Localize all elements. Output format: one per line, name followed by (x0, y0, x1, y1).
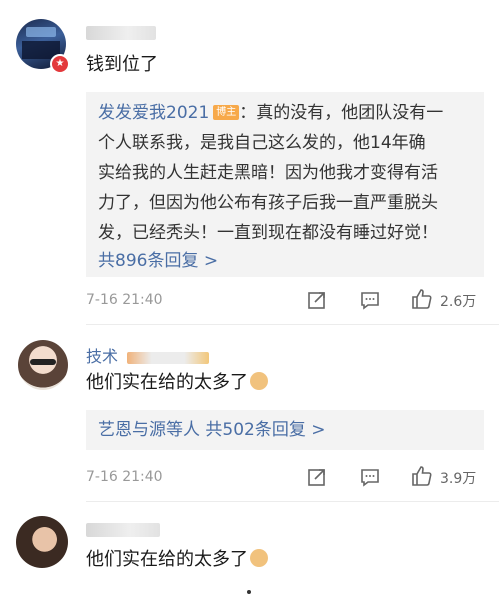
author-name-redacted (127, 351, 210, 364)
reply-line: 实给我的人生赶走黑暗！因为他我才变得有活 (98, 163, 438, 183)
reply-line: 个人联系我，是我自己这么发的，他14年确 (98, 133, 426, 153)
reply-box[interactable]: 艺恩与源等人 共502条回复 > (86, 410, 484, 450)
doge-emoji-icon (250, 549, 268, 567)
more-replies-link[interactable]: 共896条回复 > (98, 246, 218, 276)
comment-text: 他们实在给的太多了 (86, 545, 268, 575)
reply-summary[interactable]: 艺恩与源等人 共502条回复 > (98, 415, 326, 445)
reply-line: 力了，但因为他公布有孩子后我一直严重脱头 (98, 193, 438, 213)
author-badge: 博主 (213, 105, 240, 120)
comment-text: 钱到位了 (86, 54, 158, 75)
doge-emoji-icon (250, 372, 268, 390)
share-button[interactable] (306, 289, 328, 311)
author-name[interactable]: 技术 (86, 347, 118, 366)
divider (86, 501, 499, 502)
username-redacted[interactable] (86, 523, 160, 537)
like-button[interactable]: 2.6万 (410, 287, 484, 313)
comment-icon (361, 469, 379, 487)
scroll-indicator-dot (247, 590, 251, 594)
divider (86, 324, 499, 325)
reply-text: ：真的没有，他团队没有一 (239, 103, 444, 123)
reply-line: 发发爱我2021 博主 ：真的没有，他团队没有一 (98, 98, 443, 128)
share-icon (308, 469, 325, 486)
username-redacted[interactable] (86, 26, 156, 40)
thumbs-up-icon (412, 466, 432, 486)
more-replies-link[interactable]: 共502条回复 > (205, 420, 325, 440)
timestamp: 7-16 21:40 (86, 469, 163, 485)
reply-box[interactable]: 发发爱我2021 博主 ：真的没有，他团队没有一 个人联系我，是我自己这么发的，他1… (86, 92, 484, 277)
share-button[interactable] (306, 466, 328, 488)
like-button[interactable]: 3.9万 (410, 464, 484, 490)
avatar[interactable] (18, 340, 68, 390)
thumbs-up-icon (412, 289, 432, 309)
reply-line: 发，已经秃头！一直到现在都没有睡过好觉！ (98, 223, 438, 243)
like-count: 2.6万 (440, 294, 477, 310)
verified-badge-icon: ★ (50, 54, 70, 74)
replier-names[interactable]: 艺恩与源等人 (98, 420, 200, 440)
avatar[interactable] (16, 516, 68, 568)
author-line: 技术 (86, 343, 210, 366)
comment-text: 他们实在给的太多了 (86, 368, 268, 398)
comment-icon (361, 292, 379, 310)
share-icon (308, 292, 325, 309)
comment-text-content: 他们实在给的太多了 (86, 372, 248, 393)
comment-button[interactable] (359, 466, 381, 488)
timestamp: 7-16 21:40 (86, 292, 163, 308)
comment-button[interactable] (359, 289, 381, 311)
reply-author-link[interactable]: 发发爱我2021 (98, 103, 209, 123)
like-count: 3.9万 (440, 471, 477, 487)
comment-text-content: 他们实在给的太多了 (86, 549, 248, 570)
